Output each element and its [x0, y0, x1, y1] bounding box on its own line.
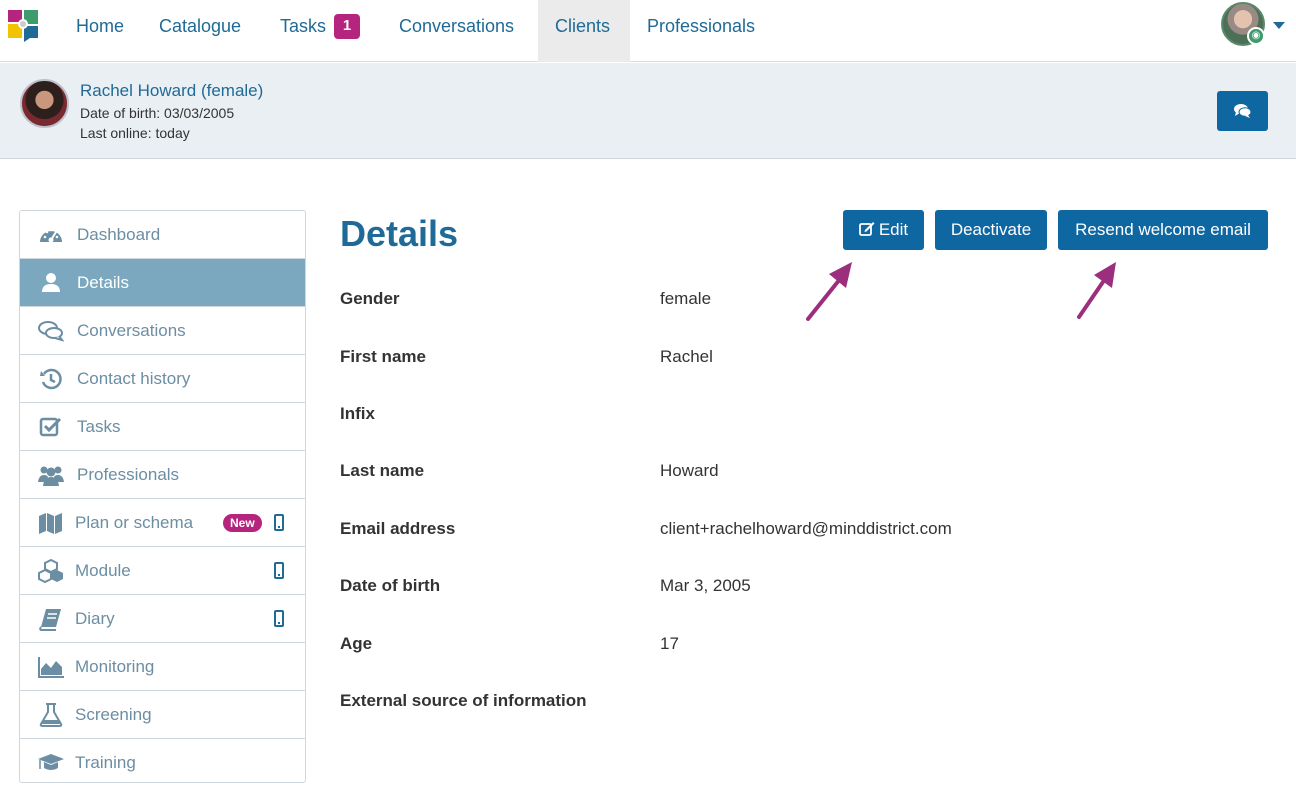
sidebar-item-contact-history[interactable]: Contact history [20, 355, 305, 403]
sidebar-item-monitoring[interactable]: Monitoring [20, 643, 305, 691]
field-value-last-name: Howard [660, 461, 719, 480]
field-value-age: 17 [660, 634, 679, 653]
top-navigation: Home Catalogue Tasks 1 Conversations Clie… [0, 0, 1296, 62]
sidebar-item-professionals[interactable]: Professionals [20, 451, 305, 499]
chevron-down-icon[interactable] [1273, 22, 1285, 29]
comments-icon [1234, 104, 1251, 118]
edit-button[interactable]: Edit [843, 210, 924, 250]
field-label-email-address: Email address [340, 519, 456, 538]
mobile-icon [274, 610, 284, 627]
sidebar-item-label: Plan or schema [75, 513, 194, 532]
sidebar-item-module[interactable]: Module [20, 547, 305, 595]
sidebar-item-diary[interactable]: Diary [20, 595, 305, 643]
nav-home-label: Home [76, 16, 125, 36]
field-label-external-source: External source of information [340, 691, 587, 710]
client-sidebar: Dashboard Details Conversations Contact … [19, 210, 306, 783]
checkbox-icon [39, 417, 62, 437]
sidebar-item-details[interactable]: Details [20, 259, 305, 307]
sidebar-item-tasks[interactable]: Tasks [20, 403, 305, 451]
minddistrict-logo[interactable] [6, 8, 40, 42]
annotation-arrow-resend [1077, 262, 1116, 319]
map-icon [39, 513, 62, 534]
nav-professionals[interactable]: Professionals [630, 0, 772, 62]
dashboard-icon [40, 228, 62, 243]
annotation-arrow-edit [806, 262, 852, 321]
mobile-icon [274, 514, 284, 531]
sidebar-item-label: Diary [75, 609, 115, 628]
nav-catalogue-label: Catalogue [159, 16, 242, 36]
flask-icon [39, 703, 63, 727]
client-date-of-birth: Date of birth: 03/03/2005 [80, 105, 235, 121]
sidebar-item-conversations[interactable]: Conversations [20, 307, 305, 355]
field-label-age: Age [340, 634, 373, 653]
client-name[interactable]: Rachel Howard (female) [80, 81, 263, 101]
field-label-infix: Infix [340, 404, 375, 423]
comments-icon [38, 321, 64, 342]
field-label-last-name: Last name [340, 461, 425, 480]
nav-clients-label: Clients [555, 16, 611, 36]
edit-button-label: Edit [878, 220, 909, 239]
sidebar-item-label: Conversations [77, 321, 186, 340]
nav-tasks[interactable]: Tasks 1 [263, 0, 377, 62]
sidebar-item-label: Module [75, 561, 131, 580]
tasks-count-badge: 1 [334, 14, 361, 39]
field-label-gender: Gender [340, 289, 400, 308]
field-value-email-address: client+rachelhoward@minddistrict.com [660, 519, 952, 538]
area-chart-icon [38, 657, 64, 678]
cubes-icon [38, 559, 63, 583]
new-badge: New [223, 514, 262, 532]
chat-button[interactable] [1217, 91, 1268, 131]
nav-tasks-label: Tasks [280, 16, 327, 36]
nav-conversations[interactable]: Conversations [382, 0, 531, 62]
graduation-cap-icon [38, 754, 64, 770]
mobile-icon [274, 562, 284, 579]
nav-home[interactable]: Home [59, 0, 141, 62]
sidebar-item-label: Screening [75, 705, 152, 724]
nav-conversations-label: Conversations [399, 16, 515, 36]
client-avatar [20, 79, 69, 128]
sidebar-item-label: Professionals [77, 465, 180, 484]
users-icon [38, 466, 64, 486]
sidebar-item-label: Tasks [77, 417, 121, 436]
field-label-date-of-birth: Date of birth [340, 576, 441, 595]
book-icon [39, 609, 61, 631]
field-label-first-name: First name [340, 347, 426, 366]
sidebar-item-label: Contact history [77, 369, 191, 388]
sidebar-item-dashboard[interactable]: Dashboard [20, 211, 305, 259]
nav-catalogue[interactable]: Catalogue [142, 0, 258, 62]
edit-icon [858, 222, 875, 236]
eye-icon: ◉ [1247, 27, 1265, 45]
page-title: Details [340, 213, 459, 254]
history-icon [40, 368, 62, 390]
resend-welcome-email-button[interactable]: Resend welcome email [1058, 210, 1268, 250]
deactivate-button[interactable]: Deactivate [935, 210, 1047, 250]
user-icon [42, 273, 60, 292]
field-value-gender: female [660, 289, 712, 308]
sidebar-item-plan-or-schema[interactable]: Plan or schema New [20, 499, 305, 547]
sidebar-item-label: Details [77, 273, 129, 292]
nav-clients[interactable]: Clients [538, 0, 630, 62]
client-header: Rachel Howard (female) Date of birth: 03… [0, 63, 1296, 159]
nav-professionals-label: Professionals [647, 16, 756, 36]
sidebar-item-label: Monitoring [75, 657, 155, 676]
sidebar-item-screening[interactable]: Screening [20, 691, 305, 739]
field-value-first-name: Rachel [660, 347, 713, 366]
sidebar-item-label: Training [75, 753, 136, 772]
sidebar-item-label: Dashboard [77, 225, 161, 244]
sidebar-item-training[interactable]: Training [20, 739, 305, 782]
field-value-date-of-birth: Mar 3, 2005 [660, 576, 751, 595]
client-last-online: Last online: today [80, 125, 190, 141]
